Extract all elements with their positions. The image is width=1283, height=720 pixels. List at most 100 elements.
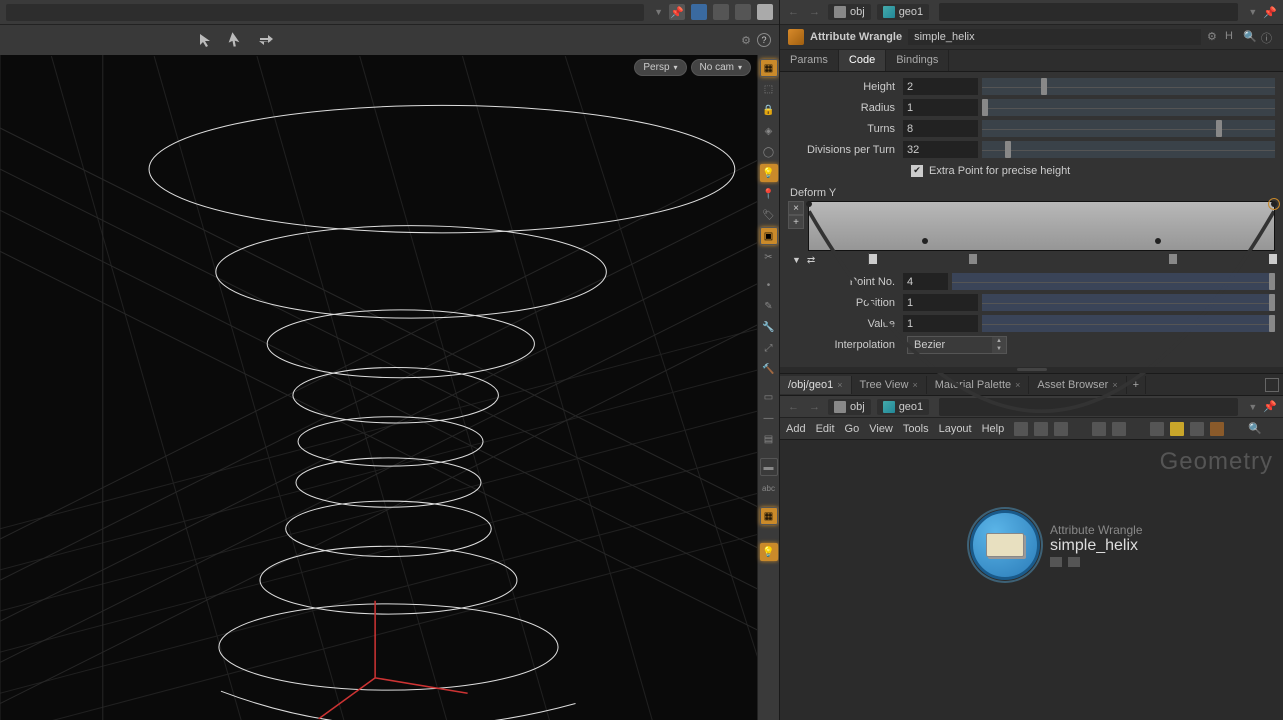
note-icon[interactable]: ▤ — [760, 430, 778, 448]
height-input[interactable] — [903, 78, 978, 95]
folder-icon — [834, 6, 846, 18]
position-slider[interactable] — [982, 294, 1275, 311]
viewport-toolbar: ⚙ ? — [0, 25, 779, 55]
viewport-dropdown[interactable] — [6, 4, 644, 21]
doc-icon[interactable]: ▭ — [760, 388, 778, 406]
display-options-icon[interactable]: ⚙ — [741, 34, 751, 47]
deform-y-label: Deform Y — [788, 181, 1275, 201]
extra-point-checkbox[interactable]: ✔ — [911, 165, 923, 177]
ruler-icon[interactable]: — — [760, 409, 778, 427]
tool-icon-2[interactable] — [735, 4, 751, 20]
back-icon[interactable]: ← — [786, 401, 801, 413]
wire-icon[interactable]: ⬚ — [760, 80, 778, 98]
wrench-icon[interactable]: 🔧 — [760, 318, 778, 336]
light-icon[interactable]: 💡 — [760, 164, 778, 182]
divs-input[interactable] — [903, 141, 978, 158]
info-icon[interactable]: 💡 — [760, 543, 778, 561]
value-slider[interactable] — [982, 315, 1275, 332]
hammer-icon[interactable]: 🔨 — [760, 360, 778, 378]
shading-icon[interactable]: ▦ — [760, 59, 778, 77]
ramp-delete-button[interactable]: × — [788, 201, 804, 215]
node-circle-icon — [970, 510, 1040, 580]
brush-icon[interactable]: ✎ — [760, 297, 778, 315]
info-icon[interactable]: ⓘ — [1261, 30, 1275, 44]
help-icon[interactable]: ? — [757, 33, 771, 47]
dropdown-arrow-icon[interactable]: ▼ — [654, 7, 663, 17]
node-name-input[interactable]: simple_helix — [908, 29, 1201, 45]
scale-icon[interactable]: ⤢ — [760, 339, 778, 357]
mat-icon[interactable]: ▣ — [760, 227, 778, 245]
pin-panel-icon[interactable]: 📌 — [1263, 6, 1277, 19]
radius-label: Radius — [788, 102, 903, 114]
scissor-icon[interactable]: ✂ — [760, 248, 778, 266]
rect-icon[interactable]: ▬ — [760, 458, 778, 476]
context-label: Geometry — [1160, 448, 1273, 476]
param-tabs: Params Code Bindings — [780, 50, 1283, 72]
viewport-top-bar: ▼ 📌 — [0, 0, 779, 25]
abc-icon[interactable]: abc — [760, 479, 778, 497]
viewport-right-toolbar: ▦ ⬚ 🔒 ◈ ◯ 💡 📍 🏷 ▣ ✂ • ✎ 🔧 ⤢ 🔨 ▭ — ▤ ▬ ab… — [757, 55, 779, 720]
select-icon[interactable] — [198, 32, 214, 48]
scope-icon[interactable] — [691, 4, 707, 20]
tool-icon-3[interactable] — [757, 4, 773, 20]
perspective-dropdown[interactable]: Persp — [634, 59, 686, 76]
divs-slider[interactable] — [982, 141, 1275, 158]
move-icon[interactable] — [228, 32, 244, 48]
lock-icon[interactable]: 🔒 — [760, 101, 778, 119]
pin-icon[interactable]: 📌 — [669, 4, 685, 20]
ramp-marker-track[interactable] — [873, 253, 1273, 267]
flag-icon[interactable] — [1050, 557, 1062, 567]
path-input[interactable] — [939, 3, 1238, 21]
path-label: obj — [850, 6, 865, 18]
search-icon[interactable]: 🔍 — [1243, 30, 1257, 44]
chevron-down-icon[interactable]: ▼ — [792, 255, 801, 265]
height-label: Height — [788, 81, 903, 93]
tab-code[interactable]: Code — [839, 50, 886, 71]
wrangle-icon — [788, 29, 804, 45]
viewport-3d-view[interactable]: Persp No cam ▦ ⬚ 🔒 ◈ ◯ 💡 📍 🏷 ▣ ✂ • ✎ 🔧 ⤢… — [0, 55, 779, 720]
node-type-label: Attribute Wrangle — [810, 31, 902, 43]
tag-icon[interactable]: 🏷 — [760, 206, 778, 224]
network-view[interactable]: Geometry Attribute Wrangle simple_helix — [780, 440, 1283, 720]
right-panel: ← → obj geo1 ▼ 📌 Attribute Wrangle simpl… — [780, 0, 1283, 720]
forward-icon[interactable]: → — [807, 6, 822, 18]
gear-icon[interactable]: ⚙ — [1207, 30, 1221, 44]
path-label: geo1 — [899, 6, 923, 18]
path-segment-geo1[interactable]: geo1 — [877, 4, 929, 20]
deform-y-ramp[interactable] — [808, 201, 1275, 251]
height-slider[interactable] — [982, 78, 1275, 95]
tab-params[interactable]: Params — [780, 50, 839, 71]
tab-bindings[interactable]: Bindings — [886, 50, 949, 71]
viewport-panel: ▼ 📌 ⚙ ? — [0, 0, 780, 720]
node-header: Attribute Wrangle simple_helix ⚙ H 🔍 ⓘ — [780, 25, 1283, 50]
node-type-label: Attribute Wrangle — [1050, 523, 1143, 537]
pointno-slider[interactable] — [952, 273, 1275, 290]
nav-icon[interactable]: ◈ — [760, 122, 778, 140]
node-flags — [1050, 557, 1143, 567]
node-simple-helix[interactable]: Attribute Wrangle simple_helix — [970, 510, 1143, 580]
geo-icon — [883, 6, 895, 18]
dot-icon[interactable]: • — [760, 276, 778, 294]
turns-label: Turns — [788, 123, 903, 135]
camera-dropdown[interactable]: No cam — [691, 59, 751, 76]
turns-input[interactable] — [903, 120, 978, 137]
img-icon[interactable]: ▦ — [760, 507, 778, 525]
tool-icon-1[interactable] — [713, 4, 729, 20]
radius-slider[interactable] — [982, 99, 1275, 116]
path-segment-obj[interactable]: obj — [828, 4, 871, 20]
radius-input[interactable] — [903, 99, 978, 116]
globe-icon[interactable]: ◯ — [760, 143, 778, 161]
params-body: Height Radius Turns Divisions per Turn ✔… — [780, 72, 1283, 367]
turns-slider[interactable] — [982, 120, 1275, 137]
path-dropdown-icon[interactable]: ▼ — [1248, 7, 1257, 17]
menu-add[interactable]: Add — [786, 423, 806, 435]
panel-splitter[interactable] — [780, 367, 1283, 373]
flag-icon[interactable] — [1068, 557, 1080, 567]
hda-icon[interactable]: H — [1225, 30, 1239, 44]
extra-point-label: Extra Point for precise height — [929, 165, 1070, 177]
swap-icon[interactable] — [258, 32, 274, 48]
divs-label: Divisions per Turn — [788, 144, 903, 156]
back-icon[interactable]: ← — [786, 6, 801, 18]
ramp-add-button[interactable]: + — [788, 215, 804, 229]
pin2-icon[interactable]: 📍 — [760, 185, 778, 203]
